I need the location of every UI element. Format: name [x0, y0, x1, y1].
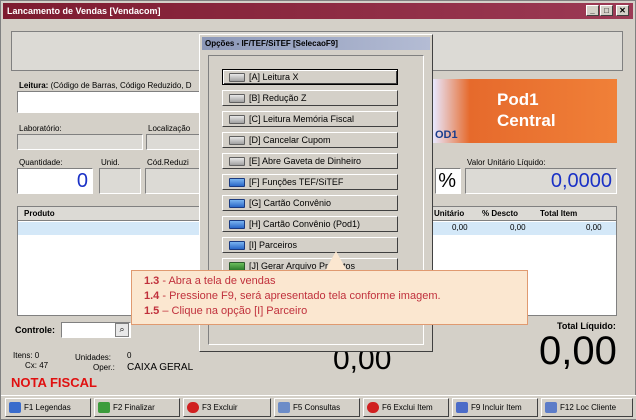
unid-label: Unid.	[101, 158, 120, 167]
unidades-value: 0	[127, 351, 132, 360]
printer-icon	[229, 94, 245, 103]
total-value: 0,00	[539, 329, 617, 373]
leitura-label: Leitura: (Código de Barras, Código Reduz…	[19, 81, 192, 90]
document-icon	[278, 402, 290, 413]
logo-small-text: OD1	[435, 129, 458, 141]
option-funcoes-tef[interactable]: [F] Funções TEF/SiTEF	[222, 174, 398, 190]
instruction-step-1-3: 1.3 - Abra a tela de vendas	[144, 275, 276, 287]
laboratorio-label: Laboratório:	[19, 124, 62, 133]
col-unitario: Unitário	[434, 209, 465, 218]
cell-descto: 0,00	[510, 223, 526, 232]
card-icon	[229, 178, 245, 187]
printer-icon	[229, 136, 245, 145]
card-icon	[229, 241, 245, 250]
percent-field[interactable]: %	[435, 168, 461, 194]
printer-icon	[229, 73, 245, 82]
delete-icon	[187, 402, 199, 413]
instruction-step-1-5: 1.5 – Clique na opção [I] Parceiro	[144, 305, 308, 317]
cod-reduzido-label: Cód.Reduzi	[147, 158, 189, 167]
option-cancelar-cupom[interactable]: [D] Cancelar Cupom	[222, 132, 398, 148]
valor-unitario-field: 0,0000	[465, 168, 617, 194]
instruction-step-1-4: 1.4 - Pressione F9, será apresentado tel…	[144, 290, 441, 302]
cx-label: Cx: 47	[25, 361, 49, 370]
valor-unitario-value: 0,0000	[550, 170, 612, 192]
laboratorio-field	[17, 134, 143, 150]
card-icon	[229, 199, 245, 208]
customer-icon	[545, 402, 557, 413]
function-bar: F1 Legendas F2 Finalizar F3 Excluir F5 C…	[1, 395, 636, 419]
quantidade-input[interactable]: 0	[17, 168, 93, 194]
itens-label: Itens: 0	[13, 351, 40, 360]
f9-incluir-item-button[interactable]: F9 Incluir Item	[452, 398, 538, 417]
cod-reduzido-field	[145, 168, 203, 194]
leitura-input[interactable]	[17, 91, 207, 113]
valor-unitario-label: Valor Unitário Líquido:	[467, 158, 546, 167]
instruction-callout: 1.3 - Abra a tela de vendas 1.4 - Pressi…	[131, 270, 528, 325]
callout-arrow	[325, 251, 347, 271]
oper-value: CAIXA GERAL	[127, 362, 194, 373]
oper-label: Oper.:	[93, 363, 115, 372]
dialog-title: Opções - IF/TEF/SiTEF [SelecaoF9]	[202, 37, 430, 50]
close-button[interactable]: ✕	[616, 5, 629, 16]
f5-consultas-button[interactable]: F5 Consultas	[274, 398, 360, 417]
option-leitura-x[interactable]: [A] Leitura X	[222, 69, 398, 85]
delete-icon	[367, 402, 379, 413]
quantidade-value: 0	[76, 170, 88, 192]
minimize-button[interactable]: _	[586, 5, 599, 16]
add-item-icon	[456, 402, 468, 413]
controle-label: Controle:	[15, 325, 55, 335]
logo-title: Pod1 Central	[497, 90, 556, 130]
option-reducao-z[interactable]: [B] Redução Z	[222, 90, 398, 106]
option-leitura-memoria-fiscal[interactable]: [C] Leitura Memória Fiscal	[222, 111, 398, 127]
option-parceiros[interactable]: [I] Parceiros	[222, 237, 398, 253]
help-icon	[9, 402, 21, 413]
percent-value: %	[438, 170, 456, 192]
option-cartao-convenio-pod1[interactable]: [H] Cartão Convênio (Pod1)	[222, 216, 398, 232]
f3-excluir-button[interactable]: F3 Excluir	[183, 398, 271, 417]
option-cartao-convenio[interactable]: [G] Cartão Convênio	[222, 195, 398, 211]
f6-exclui-item-button[interactable]: F6 Exclui Item	[363, 398, 449, 417]
cell-total: 0,00	[586, 223, 602, 232]
printer-icon	[229, 157, 245, 166]
nota-fiscal-label: NOTA FISCAL	[11, 375, 97, 390]
col-total: Total Item	[540, 209, 578, 218]
search-icon[interactable]: ⌕	[115, 323, 129, 337]
f12-loc-cliente-button[interactable]: F12 Loc Cliente	[541, 398, 633, 417]
window-titlebar: Lancamento de Vendas [Vendacom] _ □ ✕	[3, 3, 633, 19]
localizacao-label: Localização	[148, 124, 191, 133]
cell-unitario: 0,00	[452, 223, 468, 232]
check-icon	[98, 402, 110, 413]
col-produto: Produto	[24, 209, 55, 218]
f2-finalizar-button[interactable]: F2 Finalizar	[94, 398, 180, 417]
col-descto: % Descto	[482, 209, 519, 218]
window-title: Lancamento de Vendas [Vendacom]	[7, 6, 161, 16]
card-icon	[229, 220, 245, 229]
unidades-label: Unidades:	[75, 353, 112, 362]
unid-field	[99, 168, 141, 194]
option-abre-gaveta[interactable]: [E] Abre Gaveta de Dinheiro	[222, 153, 398, 169]
maximize-button[interactable]: □	[600, 5, 613, 16]
quantidade-label: Quantidade:	[19, 158, 63, 167]
localizacao-field	[146, 134, 204, 150]
f1-legendas-button[interactable]: F1 Legendas	[5, 398, 91, 417]
printer-icon	[229, 115, 245, 124]
